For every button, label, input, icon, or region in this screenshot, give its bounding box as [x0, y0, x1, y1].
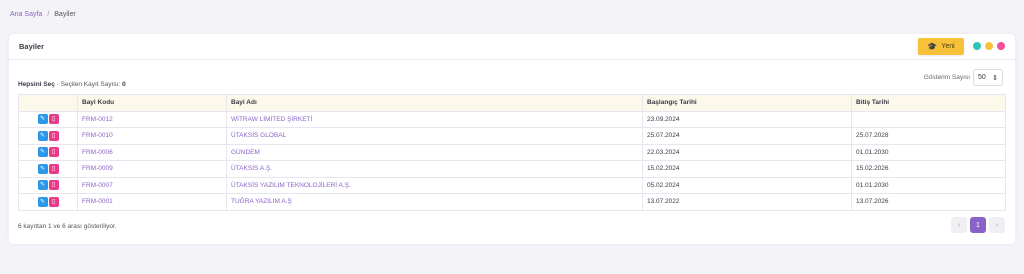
row-actions: ✎ ▯: [18, 127, 78, 145]
card-header: Bayiler 🎓 Yeni: [9, 34, 1015, 60]
bayi-kodu-cell[interactable]: FRM-0012: [77, 110, 227, 128]
delete-trash-icon[interactable]: ▯: [48, 130, 59, 141]
bitis-tarihi-cell: 13.07.2026: [851, 193, 1006, 211]
bayi-adi-cell[interactable]: TUĞRA YAZILIM A.Ş: [226, 193, 643, 211]
page-1-button[interactable]: 1: [970, 217, 986, 233]
baslangic-tarihi-header[interactable]: Başlangıç Tarihi: [642, 94, 852, 112]
window-dots: [973, 42, 1005, 50]
delete-trash-icon[interactable]: ▯: [48, 114, 59, 125]
baslangic-tarihi-cell: 25.07.2024: [642, 127, 852, 145]
bitis-tarihi-cell: 25.07.2028: [851, 127, 1006, 145]
table-row: ✎ ▯ FRM-0001 TUĞRA YAZILIM A.Ş 13.07.2022 13.…: [18, 193, 1006, 211]
table-row: ✎ ▯ FRM-0006 GÜNDEM 22.03.2024 01.01.2030: [18, 143, 1006, 161]
bayi-adi-cell[interactable]: GÜNDEM: [226, 143, 643, 161]
bitis-tarihi-cell: [851, 110, 1006, 128]
bitis-tarihi-cell: 01.01.2030: [851, 143, 1006, 161]
table-row: ✎ ▯ FRM-0009 ÜTAKSİS A.Ş. 15.02.2024 15.02.20…: [18, 160, 1006, 178]
next-page-button[interactable]: ›: [989, 217, 1005, 233]
edit-pencil-icon[interactable]: ✎: [37, 130, 48, 141]
selected-count-label: - Seçilen Kayıt Sayısı:: [54, 81, 123, 88]
pagination: ‹ 1 ›: [951, 217, 1005, 233]
bayi-kodu-cell[interactable]: FRM-0009: [77, 160, 227, 178]
new-button[interactable]: 🎓 Yeni: [918, 38, 964, 55]
row-actions: ✎ ▯: [18, 110, 78, 128]
table-header-row: Bayi Kodu Bayi Adı Başlangıç Tarihi Biti…: [18, 94, 1006, 112]
baslangic-tarihi-cell: 05.02.2024: [642, 176, 852, 194]
bayi-kodu-cell[interactable]: FRM-0001: [77, 193, 227, 211]
prev-page-button[interactable]: ‹: [951, 217, 967, 233]
baslangic-tarihi-cell: 22.03.2024: [642, 143, 852, 161]
bitis-tarihi-cell: 15.02.2026: [851, 160, 1006, 178]
edit-pencil-icon[interactable]: ✎: [37, 114, 48, 125]
row-actions: ✎ ▯: [18, 176, 78, 194]
page-size-select[interactable]: 50 ⇕: [973, 69, 1003, 86]
row-actions: ✎ ▯: [18, 143, 78, 161]
table-body: ✎ ▯ FRM-0012 WİTRAW LİMİTED ŞİRKETİ 23.09.20…: [18, 110, 1006, 211]
dealers-table: Bayi Kodu Bayi Adı Başlangıç Tarihi Biti…: [18, 94, 1006, 211]
breadcrumb-separator: /: [47, 11, 50, 18]
select-all-link[interactable]: Hepsini Seç: [18, 81, 55, 88]
bayi-adi-header[interactable]: Bayi Adı: [226, 94, 643, 112]
sort-arrows-icon: ⇕: [992, 74, 998, 82]
table-row: ✎ ▯ FRM-0007 ÜTAKSİS YAZILIM TEKNOLOJİLERİ …: [18, 176, 1006, 194]
table-row: ✎ ▯ FRM-0010 ÜTAKSİS GLOBAL 25.07.2024 25.07.…: [18, 127, 1006, 145]
page-size-control: Gösterim Sayısı 50 ⇕: [924, 69, 1003, 86]
edit-pencil-icon[interactable]: ✎: [37, 180, 48, 191]
edit-pencil-icon[interactable]: ✎: [37, 163, 48, 174]
bayi-adi-cell[interactable]: WİTRAW LİMİTED ŞİRKETİ: [226, 110, 643, 128]
dealers-card: Bayiler 🎓 Yeni Hepsini Seç - Seçilen Kay…: [9, 34, 1015, 244]
new-button-label: Yeni: [941, 43, 955, 50]
selected-count: 0: [122, 81, 126, 88]
yellow-dot-icon[interactable]: [985, 42, 993, 50]
delete-trash-icon[interactable]: ▯: [48, 163, 59, 174]
bayi-kodu-cell[interactable]: FRM-0007: [77, 176, 227, 194]
teal-dot-icon[interactable]: [973, 42, 981, 50]
actions-header: [18, 94, 78, 112]
graduation-cap-icon: 🎓: [927, 42, 938, 51]
bitis-tarihi-header[interactable]: Bitiş Tarihi: [851, 94, 1006, 112]
breadcrumb-home-link[interactable]: Ana Sayfa: [10, 11, 42, 18]
pink-dot-icon[interactable]: [997, 42, 1005, 50]
delete-trash-icon[interactable]: ▯: [48, 196, 59, 207]
table-info: 6 kayıttan 1 ve 6 arası gösteriliyor.: [18, 223, 117, 230]
table-row: ✎ ▯ FRM-0012 WİTRAW LİMİTED ŞİRKETİ 23.09.20…: [18, 110, 1006, 128]
card-title: Bayiler: [19, 42, 45, 51]
page-size-label: Gösterim Sayısı: [923, 74, 970, 81]
baslangic-tarihi-cell: 15.02.2024: [642, 160, 852, 178]
delete-trash-icon[interactable]: ▯: [48, 180, 59, 191]
bayi-adi-cell[interactable]: ÜTAKSİS YAZILIM TEKNOLOJİLERİ A.Ş.: [226, 176, 643, 194]
edit-pencil-icon[interactable]: ✎: [37, 147, 48, 158]
breadcrumb-current: Bayiler: [54, 11, 76, 18]
bayi-adi-cell[interactable]: ÜTAKSİS GLOBAL: [226, 127, 643, 145]
selection-info: Hepsini Seç - Seçilen Kayıt Sayısı: 0: [18, 81, 126, 88]
bayi-kodu-cell[interactable]: FRM-0010: [77, 127, 227, 145]
bayi-kodu-cell[interactable]: FRM-0006: [77, 143, 227, 161]
page-size-value: 50: [978, 74, 986, 81]
bitis-tarihi-cell: 01.01.2030: [851, 176, 1006, 194]
delete-trash-icon[interactable]: ▯: [48, 147, 59, 158]
row-actions: ✎ ▯: [18, 160, 78, 178]
bayi-adi-cell[interactable]: ÜTAKSİS A.Ş.: [226, 160, 643, 178]
baslangic-tarihi-cell: 23.09.2024: [642, 110, 852, 128]
baslangic-tarihi-cell: 13.07.2022: [642, 193, 852, 211]
breadcrumb: Ana Sayfa / Bayiler: [10, 11, 76, 18]
edit-pencil-icon[interactable]: ✎: [37, 196, 48, 207]
row-actions: ✎ ▯: [18, 193, 78, 211]
bayi-kodu-header[interactable]: Bayi Kodu: [77, 94, 227, 112]
